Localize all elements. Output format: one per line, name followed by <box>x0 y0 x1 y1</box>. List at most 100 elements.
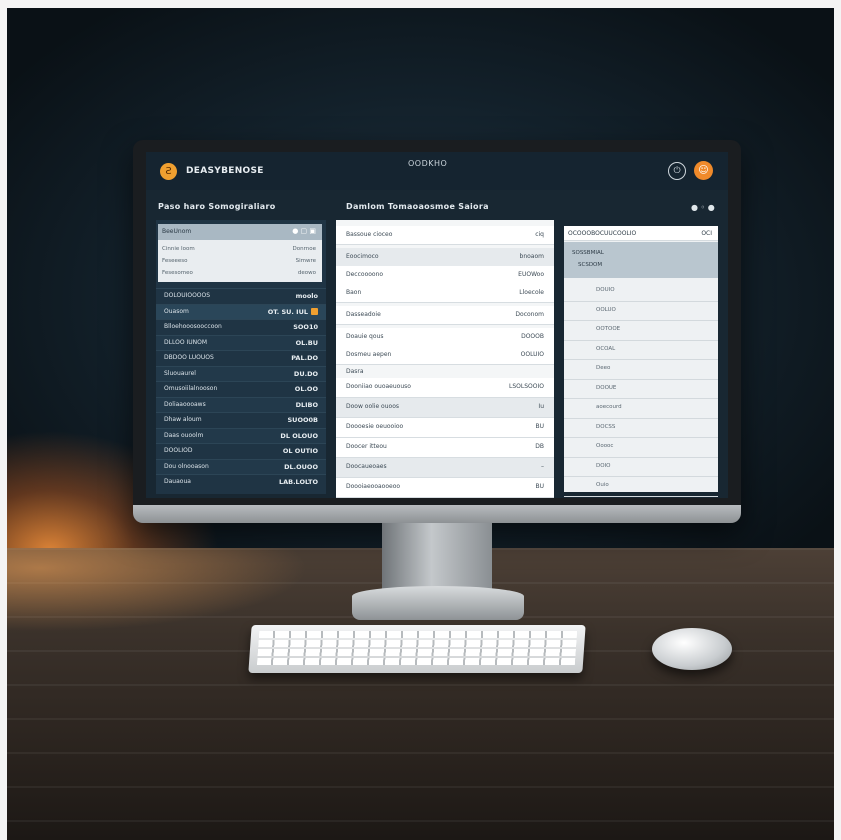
table-row[interactable]: Dooniiao ouoaeuouso LSOLSOOIO <box>336 378 554 398</box>
card-row-label: Cinnie Ioom <box>162 246 195 252</box>
card-header-icons[interactable]: ● ▢ ▣ <box>292 227 316 235</box>
list-item-label: Ooooc <box>596 443 614 449</box>
form-row-label: Dasseadoie <box>346 311 381 318</box>
list-item[interactable]: OOTOOE <box>564 321 718 341</box>
list-item[interactable]: Sluouaurel DU.DO <box>156 365 326 381</box>
list-item[interactable]: DOUIO <box>564 282 718 302</box>
table-row[interactable]: Doooiaeooaooeoo BU <box>336 478 554 498</box>
monitor-stand-base <box>352 586 524 620</box>
form-row-value: ciq <box>535 231 544 238</box>
list-item[interactable]: OCOAL <box>564 341 718 360</box>
list-item[interactable]: Dauaoua LAB.LOLTO <box>156 474 326 490</box>
table-cell-label: Doocaueoaes <box>346 463 387 470</box>
form-row[interactable]: Bassoue cioceo ciq <box>336 226 554 245</box>
table-cell-value: – <box>541 463 544 470</box>
table-cell-value: DB <box>535 443 544 450</box>
list-item-label: Deeo <box>596 365 611 371</box>
list-item[interactable]: DOOUE <box>564 380 718 399</box>
form-row-value: DOOOB <box>521 333 544 340</box>
list-item[interactable]: OOLUO <box>564 302 718 321</box>
list-item[interactable]: DOOLIOD OL OUTIO <box>156 443 326 459</box>
list-item[interactable]: aoecourd <box>564 399 718 419</box>
form-row[interactable]: Dosmeu aepen OOLUIO <box>336 346 554 365</box>
list-item-label: DBDOO LUOUOS <box>164 354 214 361</box>
form-row-label: Eoocimoco <box>346 253 379 260</box>
list-item-value: DL OLOUO <box>280 431 318 440</box>
list-item-value: SUOO0B <box>287 416 319 424</box>
list-item-label: Doliaaoooaws <box>164 400 206 408</box>
form-row[interactable]: Deccoooono EUOWoo <box>336 266 554 285</box>
card-row-label: Fesesomeo <box>162 270 193 276</box>
list-item[interactable]: Dou olnooason DL.OUOO <box>156 458 326 474</box>
list-item-label: Sluouaurel <box>164 369 196 377</box>
monitor-chin <box>133 505 741 523</box>
form-row[interactable]: Dasseadoie Doconom <box>336 306 554 325</box>
list-item-label: Blloehooosooccoon <box>164 323 222 330</box>
list-item-label: Omusoiilalnooson <box>164 385 218 392</box>
list-item[interactable]: Ouio <box>564 477 718 497</box>
list-item-label: DOOUE <box>596 384 617 391</box>
list-item[interactable]: DLLOO IUNOM OL.BU <box>156 334 326 350</box>
list-item-label: DOLOUIOOOOS <box>164 292 211 299</box>
list-item[interactable]: Blloehooosooccoon SOO10 <box>156 319 326 335</box>
list-item-label: DOCSS <box>596 423 616 430</box>
list-item[interactable]: DOIO <box>564 458 718 477</box>
table-cell-value: Iu <box>538 403 544 410</box>
form-row[interactable]: Eoocimoco bnoaom <box>336 248 554 267</box>
app-title: DEASYBENOSE <box>186 166 264 176</box>
top-bar: Ƨ DEASYBENOSE OODKHO ⏻ ☺ <box>146 152 728 190</box>
list-item[interactable]: Daas ouoolm DL OLOUO <box>156 427 326 443</box>
left-section-title: Paso haro Somogiraliaro <box>158 202 276 211</box>
list-item[interactable]: Ooooc <box>564 438 718 458</box>
list-item-label: OCOAL <box>596 345 616 352</box>
desk-scene: Ƨ DEASYBENOSE OODKHO ⏻ ☺ Paso haro Somog… <box>0 0 841 840</box>
image-border-top <box>0 0 841 8</box>
left-list: DOLOUIOOOOS moolo Ouasom OT. SU. IUL Blloe… <box>156 288 326 490</box>
list-item[interactable]: DOCSS <box>564 419 718 438</box>
list-item[interactable]: Omusoiilalnooson OL.OO <box>156 381 326 397</box>
power-icon[interactable]: ⏻ <box>668 162 686 180</box>
form-row[interactable]: Doauie qous DOOOB <box>336 328 554 347</box>
form-row-label: Baon <box>346 289 362 296</box>
list-item-label: DOUIO <box>596 287 615 293</box>
table-row[interactable]: Doow oolie ouoos Iu <box>336 398 554 418</box>
left-panel: BeeUnom ● ▢ ▣ Cinnie Ioom Donrnoe Feseee… <box>156 220 326 494</box>
list-item-value: LAB.LOLTO <box>278 478 318 486</box>
right-panel-header: OCOOOBOCUUCOOLIO OCI <box>564 226 718 241</box>
logo-icon: Ƨ <box>160 163 177 180</box>
list-item[interactable]: DOLOUIOOOOS moolo <box>156 288 326 304</box>
keyboard <box>248 625 586 673</box>
card-row-value: Simwre <box>295 258 316 264</box>
form-row[interactable]: Baon Lloecole <box>336 284 554 303</box>
right-panel-header-value: OCI <box>701 230 712 237</box>
table-cell-label: Doooiaeooaooeoo <box>346 483 401 490</box>
table-cell-value: LSOLSOOIO <box>509 383 544 390</box>
list-item[interactable]: Ouasom OT. SU. IUL <box>156 303 326 319</box>
list-item-value: SOO10 <box>293 323 318 331</box>
right-panel-selected-item[interactable]: SOSSBMIAL SCSDOM <box>564 242 718 278</box>
list-item[interactable]: Deeo <box>564 360 718 380</box>
list-item[interactable]: DBDOO LUOUOS PAL.DO <box>156 350 326 366</box>
left-summary-card: BeeUnom ● ▢ ▣ Cinnie Ioom Donrnoe Feseee… <box>158 224 322 282</box>
table-row[interactable]: Doooesie oeuooioo BU <box>336 418 554 438</box>
table-cell-value: BU <box>535 483 544 490</box>
list-item-value: OL OUTIO <box>282 447 318 455</box>
pagination-dots-icon[interactable]: ● ◦ ● <box>691 203 715 212</box>
form-row-value: Lloecole <box>519 289 544 296</box>
table-row[interactable]: Doocer itteou DB <box>336 438 554 458</box>
table-cell-value: BU <box>535 423 544 430</box>
list-item-label: DLLOO IUNOM <box>164 338 207 346</box>
form-row-label: Doauie qous <box>346 333 384 340</box>
list-item-label: OOTOOE <box>596 326 621 332</box>
avatar[interactable]: ☺ <box>694 161 713 180</box>
middle-panel: Bassoue cioceo ciq Eoocimoco bnoaom Deccoo… <box>336 220 554 498</box>
right-panel: OCOOOBOCUUCOOLIO OCI SOSSBMIAL SCSDOM DO… <box>564 226 718 497</box>
table-row[interactable]: Doocaueoaes – <box>336 458 554 478</box>
list-item[interactable]: Dhaw aloum SUOO0B <box>156 412 326 428</box>
list-item-label: Ouasom <box>164 307 189 315</box>
list-item-label: Dauaoua <box>164 478 191 485</box>
form-row-value: bnoaom <box>519 253 544 260</box>
list-item[interactable]: Doliaaoooaws DLIBO <box>156 396 326 412</box>
table-label: Dasra <box>346 368 364 375</box>
screen: Ƨ DEASYBENOSE OODKHO ⏻ ☺ Paso haro Somog… <box>146 152 728 498</box>
